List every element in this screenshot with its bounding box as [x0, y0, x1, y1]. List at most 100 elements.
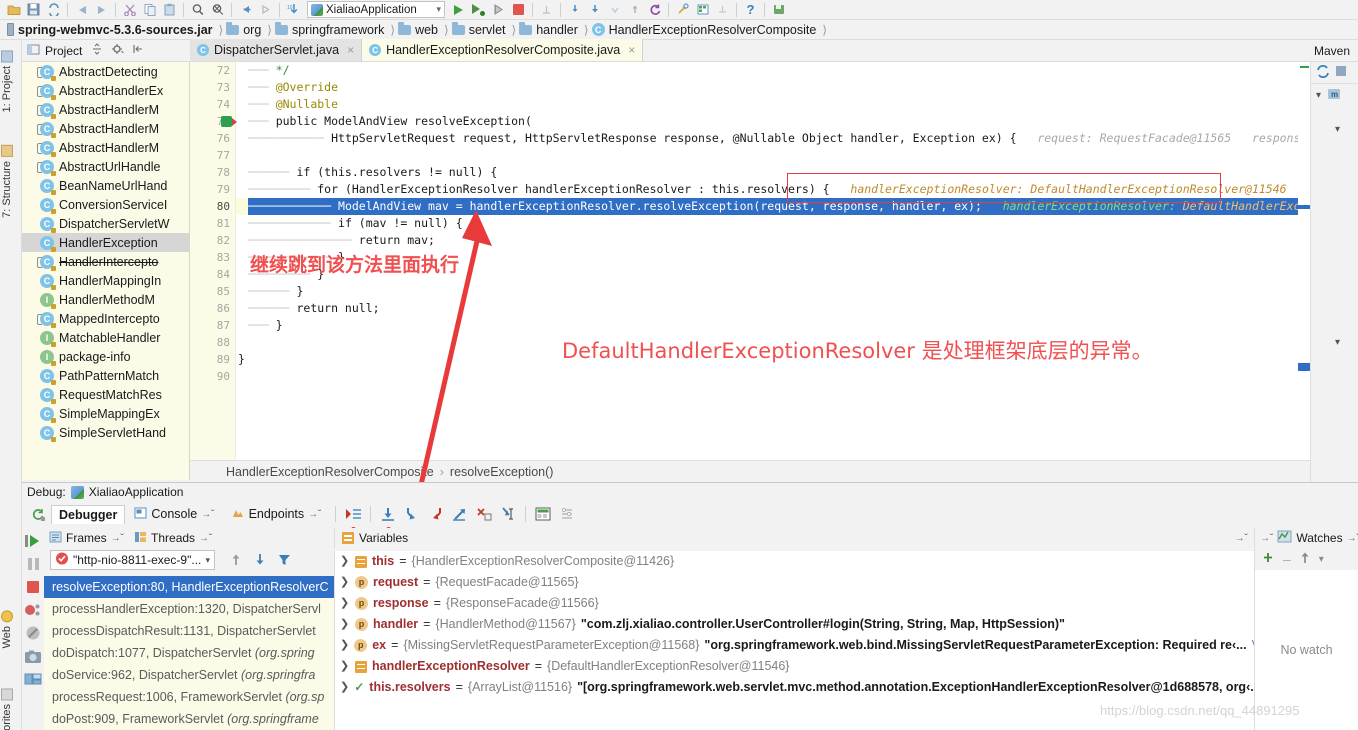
remove-watch-icon[interactable]: –	[1283, 551, 1291, 567]
frames-tab-label[interactable]: Frames	[66, 531, 107, 545]
tab-debugger[interactable]: Debugger	[51, 504, 126, 524]
resume-program-icon[interactable]	[24, 532, 42, 550]
step-into-icon[interactable]	[585, 1, 604, 19]
evaluate-expression-icon[interactable]	[532, 504, 554, 524]
tree-item[interactable]: C AbstractHandlerM	[22, 100, 189, 119]
restore-layout-icon[interactable]	[24, 670, 42, 688]
sidebar-item-favorites[interactable]: 2: Favorites	[1, 688, 13, 730]
project-tree[interactable]: C AbstractDetecting C AbstractHandlerEx CA…	[22, 62, 190, 480]
filter-icon[interactable]	[278, 553, 291, 569]
chevron-down-icon[interactable]: ▾	[1316, 90, 1321, 101]
hide-icon[interactable]	[132, 43, 144, 58]
snapshot-icon[interactable]	[24, 647, 42, 665]
variable-row[interactable]: ❯ this = {HandlerExceptionResolverCompos…	[335, 551, 1254, 572]
variable-row[interactable]: ❯ handlerExceptionResolver = {DefaultHan…	[335, 656, 1254, 677]
tree-item-selected[interactable]: C HandlerException	[22, 233, 189, 252]
show-execution-point-icon[interactable]	[342, 504, 364, 524]
force-step-into-icon[interactable]	[425, 504, 447, 524]
pin-icon[interactable]: →˘	[1347, 533, 1358, 544]
variables-tab-label[interactable]: Variables	[359, 531, 408, 545]
chevron-down-icon[interactable]: ▾	[205, 555, 210, 566]
step-out-icon[interactable]	[449, 504, 471, 524]
stop-button[interactable]	[509, 1, 528, 19]
tree-item[interactable]: C AbstractHandlerM	[22, 119, 189, 138]
sidebar-item-structure[interactable]: 7: Structure	[1, 145, 13, 218]
breadcrumb-item-org[interactable]: org	[224, 21, 267, 37]
editor-marker-column[interactable]	[1298, 62, 1310, 460]
stop-icon[interactable]	[24, 578, 42, 596]
reload-all-maven-projects-icon[interactable]	[1315, 64, 1331, 82]
chevron-down-icon[interactable]: ▾	[436, 4, 441, 15]
thread-selector[interactable]: "http-nio-8811-exec-9"... ▾	[50, 550, 215, 570]
tree-item[interactable]: C HandlerMappingIn	[22, 271, 189, 290]
variable-row[interactable]: ❯ p handler = {HandlerMethod@11567} "com…	[335, 614, 1254, 635]
editor-breadcrumb[interactable]: HandlerExceptionResolverComposite › reso…	[190, 460, 1310, 482]
pin-icon[interactable]: →˘	[1260, 533, 1273, 544]
pin-icon[interactable]: →˘	[308, 509, 321, 520]
tab-console[interactable]: Console →˘	[127, 505, 221, 524]
chevron-right-icon[interactable]: ❯	[340, 677, 349, 698]
move-up-icon[interactable]	[230, 553, 242, 569]
threads-tab-label[interactable]: Threads	[151, 531, 195, 545]
tree-item[interactable]: C HandlerIntercepto	[22, 252, 189, 271]
frame-row[interactable]: doPost:909, FrameworkServlet (org.spring…	[44, 708, 334, 730]
editor-breadcrumb-method[interactable]: resolveException()	[450, 465, 554, 479]
pause-program-icon[interactable]	[24, 555, 42, 573]
maven-tree-root[interactable]: ▾ m	[1311, 84, 1358, 106]
run-configuration-selector[interactable]: XialiaoApplication ▾	[307, 1, 445, 18]
tree-item[interactable]: C AbstractHandlerEx	[22, 81, 189, 100]
paste-icon[interactable]	[160, 1, 179, 19]
breadcrumb-item-web[interactable]: web	[396, 21, 444, 37]
tab-dispatcher-servlet[interactable]: C DispatcherServlet.java ×	[190, 39, 363, 61]
breadcrumb-item-springframework[interactable]: springframework	[273, 21, 390, 37]
variable-row[interactable]: ❯ p request = {RequestFacade@11565}	[335, 572, 1254, 593]
settings-icon[interactable]	[769, 1, 788, 19]
tree-item[interactable]: C DispatcherServletW	[22, 214, 189, 233]
settings-icon[interactable]	[556, 504, 578, 524]
breadcrumb-item-handler[interactable]: handler	[517, 21, 584, 37]
maven-panel[interactable]: ▾ m ▾ ▾	[1310, 62, 1358, 482]
frame-row[interactable]: processHandlerException:1320, Dispatcher…	[44, 598, 334, 620]
variable-row[interactable]: ❯ ✓ this.resolvers = {ArrayList@11516} "…	[335, 677, 1254, 698]
chevron-down-icon[interactable]: ▾	[1335, 337, 1340, 348]
tree-item[interactable]: C AbstractUrlHandle	[22, 157, 189, 176]
sync-icon[interactable]	[44, 1, 63, 19]
cut-icon[interactable]	[120, 1, 139, 19]
debug-button[interactable]	[469, 1, 488, 19]
navigate-back-icon[interactable]	[236, 1, 255, 19]
tree-item[interactable]: C AbstractDetecting	[22, 62, 189, 81]
save-icon[interactable]	[24, 1, 43, 19]
tree-item[interactable]: C MappedIntercepto	[22, 309, 189, 328]
run-to-cursor-icon[interactable]	[497, 504, 519, 524]
tree-item[interactable]: C SimpleServletHand	[22, 423, 189, 442]
frame-row[interactable]: doService:962, DispatcherServlet (org.sp…	[44, 664, 334, 686]
pin-icon[interactable]: →˘	[1235, 533, 1248, 544]
rerun-icon[interactable]	[27, 504, 49, 524]
copy-icon[interactable]	[140, 1, 159, 19]
tree-item[interactable]: Ipackage-info	[22, 347, 189, 366]
tree-item[interactable]: I MatchableHandler	[22, 328, 189, 347]
add-maven-project-icon[interactable]	[1335, 65, 1347, 80]
step-over-icon[interactable]	[377, 504, 399, 524]
pin-icon[interactable]: →˘	[201, 509, 214, 520]
sidebar-item-web[interactable]: Web	[1, 610, 13, 648]
run-with-coverage-button[interactable]	[489, 1, 508, 19]
maven-panel-header[interactable]: Maven	[1310, 40, 1358, 62]
help-icon[interactable]: ?	[741, 1, 760, 19]
editor-gutter[interactable]: 72 73 74 75 76 77 78 79 80 81 82 83 84 8…	[190, 62, 237, 460]
chevron-down-icon[interactable]: ▾	[1335, 124, 1340, 135]
rerun-icon[interactable]	[645, 1, 664, 19]
navigate-forward-icon[interactable]	[256, 1, 275, 19]
tab-handler-exception-resolver-composite[interactable]: C HandlerExceptionResolverComposite.java…	[362, 39, 644, 61]
tree-item[interactable]: C ConversionServiceI	[22, 195, 189, 214]
frame-row[interactable]: processDispatchResult:1131, DispatcherSe…	[44, 620, 334, 642]
pin-icon[interactable]: →˘	[199, 533, 212, 544]
step-over-icon[interactable]	[565, 1, 584, 19]
settings-gear-icon[interactable]	[111, 43, 125, 58]
chevron-right-icon[interactable]: ❯	[340, 551, 350, 572]
variable-row[interactable]: ❯ p response = {ResponseFacade@11566}	[335, 593, 1254, 614]
close-icon[interactable]: ×	[628, 43, 635, 57]
open-folder-icon[interactable]	[4, 1, 23, 19]
toggle-line-numbers-icon[interactable]: 10	[284, 1, 303, 19]
frames-stack-list[interactable]: resolveException:80, HandlerExceptionRes…	[44, 576, 334, 730]
